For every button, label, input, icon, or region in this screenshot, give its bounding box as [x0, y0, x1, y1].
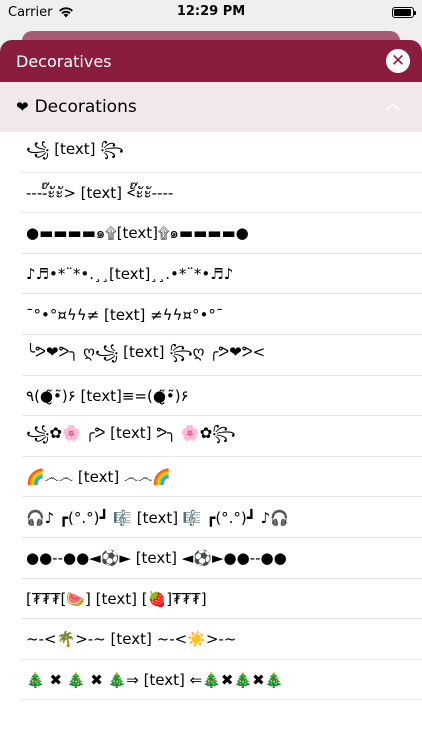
list-item[interactable]: ●▬▬▬▬๑۩[text]۩๑▬▬▬▬●	[0, 213, 422, 254]
section-label: Decorations	[34, 97, 137, 117]
status-bar: Carrier 12:29 PM	[0, 0, 422, 24]
close-icon: ✕	[390, 50, 406, 71]
battery-icon	[392, 6, 416, 18]
list-item[interactable]: ╰ᕗ❤ᕗ╮ ღ꧁ [text] ꧂ღ ╭ᕗ❤ᕗ<	[0, 335, 422, 376]
list-item[interactable]: 🎄 ✖ 🎄 ✖ 🎄⇒ [text] ⇐🎄✖🎄✖🎄	[0, 660, 422, 701]
decoration-list: ꧁ [text] ꧂ ----ั๊ะัะั> [text] <ั๊ะัะั----…	[0, 132, 422, 700]
wifi-icon	[59, 7, 74, 18]
carrier-label: Carrier	[8, 4, 53, 20]
heart-icon: ❤	[16, 98, 29, 116]
list-item[interactable]: ꧁ [text] ꧂	[0, 132, 422, 173]
decoratives-sheet: Decoratives ✕ ❤ Decorations ꧁ [text] ꧂ --…	[0, 40, 422, 750]
list-item[interactable]: ●●--●●◄⚽► [text] ◄⚽►●●--●●	[0, 538, 422, 579]
list-item[interactable]: ♪♬•*¨*•.¸¸[text]¸¸.•*¨*•♬♪	[0, 254, 422, 295]
battery-level	[394, 8, 411, 16]
list-item[interactable]: ¯°•°¤ϟϟ≠ [text] ≠ϟϟ¤°•°¯	[0, 294, 422, 335]
list-item[interactable]: ٩(●̮̮̃•̃)۶ [text]≡=(●̮̮̃•̃)۶	[0, 376, 422, 417]
list-item[interactable]: ----ั๊ะัะั> [text] <ั๊ะัะั----	[0, 173, 422, 214]
chevron-up-icon[interactable]	[386, 103, 400, 111]
list-item[interactable]: [₮₮₮[🍉] [text] [🍓]₮₮₮]	[0, 579, 422, 620]
section-title: ❤ Decorations	[16, 97, 137, 117]
status-bar-left: Carrier	[8, 5, 74, 20]
list-item[interactable]: ~-<🌴>-~ [text] ~-<☀️>-~	[0, 619, 422, 660]
list-item[interactable]: 🌈෴෴ [text] ෴෴🌈	[0, 457, 422, 498]
list-item[interactable]: ꧁✿🌸 ╭ᕗ [text] ᕗ╮ 🌸✿꧂	[0, 416, 422, 457]
sheet-title: Decoratives	[16, 51, 112, 71]
sheet-header: Decoratives ✕	[0, 40, 422, 82]
list-item[interactable]: 🎧♪ ┏(°.°)┛ 🎼 [text] 🎼 ┏(°.°)┛ ♪🎧	[0, 497, 422, 538]
close-button[interactable]: ✕	[386, 49, 410, 73]
section-header-decorations[interactable]: ❤ Decorations	[0, 82, 422, 132]
